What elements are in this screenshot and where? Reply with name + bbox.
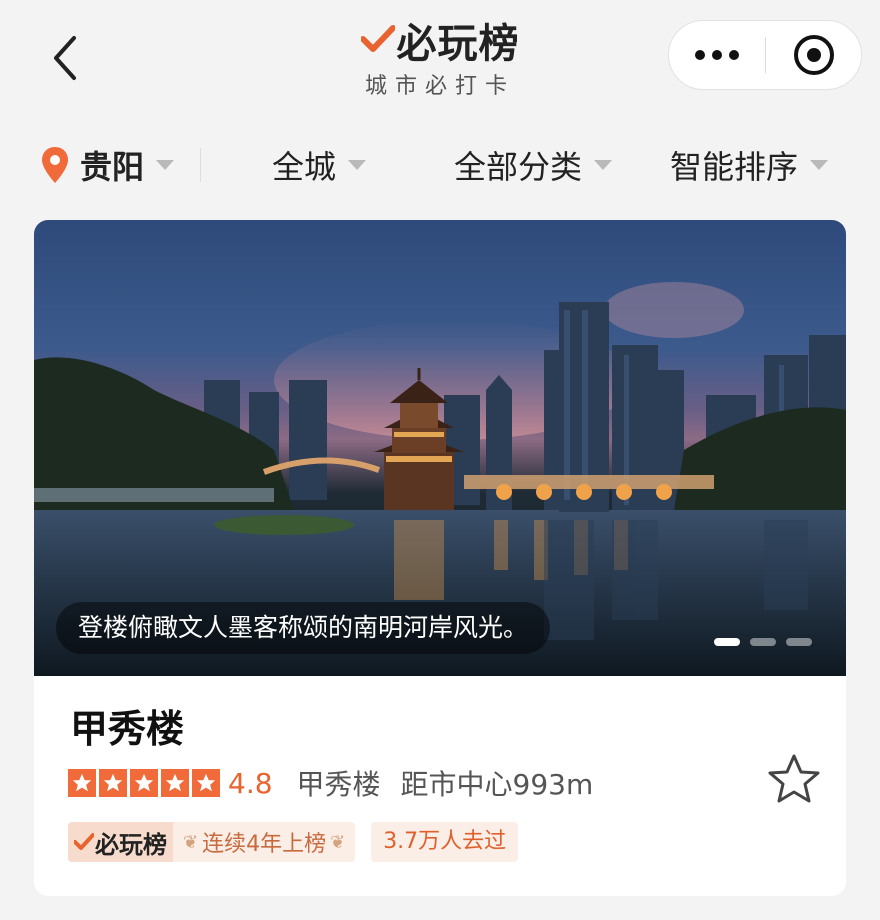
attraction-title: 甲秀楼 [70,707,185,751]
attraction-photo-carousel[interactable]: 登楼俯瞰文人墨客称颂的南明河岸风光。 [34,220,846,676]
more-button[interactable] [669,21,765,89]
star-icon [68,769,96,797]
logo-subtitle: 城市必打卡 [364,74,515,99]
star-icon [99,769,127,797]
logo-check-icon [360,25,395,52]
close-target-icon [793,35,834,75]
place-name: 甲秀楼 [296,768,381,801]
favorite-star-icon [768,754,820,803]
city-filter-label: 贵阳 [80,148,145,186]
ranking-years: 连续4年上榜 [202,832,327,857]
mini-program-capsule [668,20,862,90]
favorite-button[interactable] [764,750,824,810]
rating-row: 4.8 甲秀楼 距市中心993m [68,760,593,806]
star-icon [161,769,189,797]
ranking-badge-logo-text: 必玩榜 [95,830,167,859]
carousel-indicator [714,638,812,646]
city-filter[interactable]: 贵阳 [40,130,175,200]
photo-caption: 登楼俯瞰文人墨客称颂的南明河岸风光。 [56,602,551,654]
chevron-down-icon [594,160,613,170]
star-icon [192,769,220,797]
chevron-down-icon [348,160,367,170]
top-navigation-bar: 必玩榜 城市必打卡 [0,0,880,120]
attraction-card[interactable]: 登楼俯瞰文人墨客称颂的南明河岸风光。 甲秀楼 4.8 甲秀楼 距市中心993m … [34,220,846,896]
carousel-dot[interactable] [786,638,812,646]
carousel-dot[interactable] [750,638,776,646]
chevron-down-icon [810,160,829,170]
visits-badge: 3.7万人去过 [371,822,519,862]
sort-filter[interactable]: 智能排序 [670,130,829,200]
category-filter[interactable]: 全部分类 [454,130,613,200]
close-button[interactable] [766,21,861,89]
laurel-left-icon: ❦ [183,831,199,853]
sort-filter-label: 智能排序 [670,148,799,186]
ranking-badge-logo: 必玩榜 [68,822,173,862]
chevron-down-icon [156,160,175,170]
back-button[interactable] [40,30,90,86]
ranking-badge: 必玩榜 ❦ 连续4年上榜 ❦ [68,822,356,862]
app-logo: 必玩榜 城市必打卡 [360,12,520,102]
back-icon [54,36,76,80]
filter-bar: 贵阳 全城 全部分类 智能排序 [0,130,880,200]
logo-text: 必玩榜 [396,21,520,67]
laurel-right-icon: ❦ [330,831,346,853]
ranking-badge-text: ❦ 连续4年上榜 ❦ [173,826,355,858]
area-filter-label: 全城 [272,148,337,186]
category-filter-label: 全部分类 [454,148,583,186]
badge-row: 必玩榜 ❦ 连续4年上榜 ❦ 3.7万人去过 [68,822,519,862]
carousel-dot-active[interactable] [714,638,740,646]
rating-score: 4.8 [228,766,273,800]
location-pin-icon [42,147,68,183]
star-icon [130,769,158,797]
rating-stars [68,769,220,797]
area-filter[interactable]: 全城 [272,130,367,200]
distance-text: 距市中心993m [400,768,594,801]
logo-check-icon [74,833,94,850]
more-icon [695,50,705,60]
filter-divider [200,148,201,182]
